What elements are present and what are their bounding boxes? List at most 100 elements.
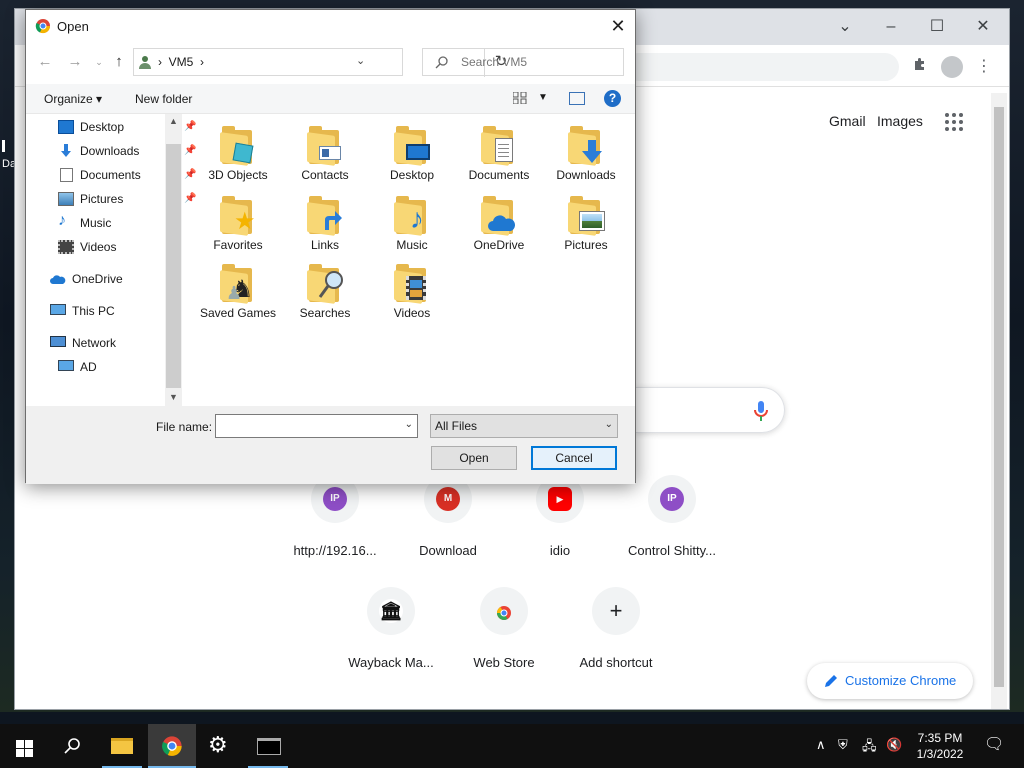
profile-icon[interactable] [941, 56, 963, 78]
settings-taskbar-button[interactable]: ⚙ [196, 724, 244, 768]
terminal-taskbar-button[interactable] [244, 724, 292, 768]
kebab-menu-icon[interactable]: ⋮ [973, 56, 995, 78]
wayback-icon: 🏛 [379, 599, 403, 623]
gmail-link[interactable]: Gmail [829, 113, 866, 129]
search-input[interactable] [461, 54, 611, 70]
webstore-icon [497, 606, 511, 620]
folder-item[interactable]: ♪ Music [370, 196, 454, 252]
folder-item[interactable]: OneDrive [457, 196, 541, 252]
shortcut-tile[interactable]: 🏛 Wayback Ma... [335, 587, 447, 670]
tab-search-icon[interactable]: ⌄ [833, 15, 857, 39]
folder-item[interactable]: Pictures [544, 196, 628, 252]
downloads-folder-icon [568, 126, 604, 166]
images-link[interactable]: Images [877, 113, 923, 129]
pictures-folder-icon [568, 196, 604, 236]
customize-chrome-button[interactable]: Customize Chrome [807, 663, 973, 699]
search-taskbar-button[interactable] [48, 724, 96, 768]
chrome-taskbar-button[interactable] [148, 724, 196, 768]
shortcut-label: Web Store [473, 655, 535, 670]
address-crumb[interactable]: VM5 [169, 55, 194, 69]
folder-item[interactable]: Desktop [370, 126, 454, 182]
document-icon [60, 168, 73, 182]
show-hidden-icons-icon[interactable]: ∧ [816, 737, 826, 753]
videos-icon [58, 240, 74, 254]
back-arrow-icon[interactable]: ← [36, 52, 54, 72]
scroll-down-icon[interactable]: ▼ [169, 392, 178, 402]
folder-item[interactable]: Documents [457, 126, 541, 182]
apps-grid-icon[interactable] [945, 113, 965, 133]
view-options-icon[interactable] [513, 92, 527, 104]
google-search-box[interactable] [635, 387, 785, 433]
help-icon[interactable]: ? [604, 90, 621, 107]
navigation-pane: Desktop 📌 Downloads 📌 Documents 📌 Pictures 📌… [26, 114, 196, 406]
view-dropdown-icon[interactable]: ▼ [538, 92, 548, 103]
file-name-combobox[interactable]: ⌄ [215, 414, 418, 438]
page-scrollbar[interactable] [991, 93, 1007, 709]
maximize-icon[interactable]: ☐ [925, 15, 949, 39]
gear-icon: ⚙ [208, 732, 228, 757]
folder-item[interactable]: Downloads [544, 126, 628, 182]
nav-pane-scrollbar[interactable]: ▲ ▼ [165, 114, 182, 406]
close-icon[interactable]: ✕ [971, 15, 995, 39]
shortcut-tile[interactable]: IP Control Shitty... [616, 475, 728, 558]
chrome-icon [35, 19, 51, 34]
address-path: › VM5 › [158, 55, 205, 69]
folder-item[interactable]: Videos [370, 264, 454, 320]
desktop-folder-icon [394, 126, 430, 166]
shortcut-label: Control Shitty... [628, 543, 716, 558]
extensions-icon[interactable] [909, 56, 931, 78]
page-scrollbar-thumb[interactable] [994, 107, 1004, 687]
recent-locations-icon[interactable]: ⌄ [90, 52, 108, 72]
volume-muted-icon[interactable]: 🔇 [886, 737, 902, 753]
search-box[interactable] [422, 48, 624, 76]
up-arrow-icon[interactable]: ↑ [110, 52, 128, 72]
shortcut-tile[interactable]: M Download [392, 475, 504, 558]
shortcut-tile[interactable]: Web Store [448, 587, 560, 670]
security-icon[interactable]: ⛨ [838, 737, 848, 753]
notifications-icon[interactable]: 🗨 [984, 734, 1004, 754]
omnibox[interactable] [625, 53, 899, 81]
shortcut-label: Add shortcut [579, 655, 653, 670]
music-icon: ♪ [58, 212, 66, 229]
address-bar[interactable]: › VM5 › ⌄ ↻ [133, 48, 507, 77]
file-name-input[interactable] [220, 418, 400, 434]
folder-item[interactable]: Contacts [283, 126, 367, 182]
nav-pane-scrollbar-thumb[interactable] [166, 144, 181, 388]
shortcut-tile[interactable]: IP http://192.16... [279, 475, 391, 558]
shortcut-tile[interactable]: + Add shortcut [560, 587, 672, 670]
microphone-icon[interactable] [751, 400, 771, 422]
dialog-close-icon[interactable]: ✕ [603, 12, 633, 40]
folder-item[interactable]: ♞ ♟ Saved Games [196, 264, 280, 320]
folder-item[interactable]: 3D Objects [196, 126, 280, 182]
cancel-button[interactable]: Cancel [531, 446, 617, 470]
forward-arrow-icon[interactable]: → [66, 52, 84, 72]
dialog-titlebar[interactable]: Open ✕ [26, 10, 635, 42]
file-explorer-taskbar-button[interactable] [98, 724, 146, 768]
open-button[interactable]: Open [431, 446, 517, 470]
folder-item[interactable]: Links [283, 196, 367, 252]
dialog-command-bar: Organize ▾ New folder ▼ ? [26, 84, 635, 114]
address-dropdown-icon[interactable]: ⌄ [356, 54, 365, 67]
file-type-dropdown-icon[interactable]: ⌄ [605, 419, 613, 430]
start-button[interactable] [0, 724, 48, 768]
open-file-dialog: Open ✕ ← → ⌄ ↑ › VM5 › ⌄ ↻ Organize ▾ Ne… [25, 9, 636, 484]
organize-menu[interactable]: Organize ▾ [44, 92, 102, 106]
shortcut-tile[interactable]: ▶ idio [504, 475, 616, 558]
dialog-footer: File name: ⌄ All Files ⌄ Open Cancel [26, 406, 635, 484]
plus-icon: + [609, 598, 623, 623]
preview-pane-icon[interactable] [569, 92, 585, 105]
folder-icon [111, 738, 133, 754]
3d-objects-folder-icon [220, 126, 256, 166]
folder-item[interactable]: ★ Favorites [196, 196, 280, 252]
file-type-select[interactable]: All Files ⌄ [430, 414, 618, 438]
shortcut-label: http://192.16... [293, 543, 377, 558]
folder-item[interactable]: Searches [283, 264, 367, 320]
user-folder-icon [139, 56, 151, 69]
network-tray-icon[interactable]: 🖧 [862, 737, 877, 759]
minimize-icon[interactable]: – [879, 15, 903, 39]
scroll-up-icon[interactable]: ▲ [169, 116, 178, 126]
file-name-dropdown-icon[interactable]: ⌄ [405, 419, 413, 430]
contacts-folder-icon [307, 126, 343, 166]
clock[interactable]: 7:35 PM 1/3/2022 [910, 730, 970, 762]
new-folder-button[interactable]: New folder [135, 92, 192, 106]
